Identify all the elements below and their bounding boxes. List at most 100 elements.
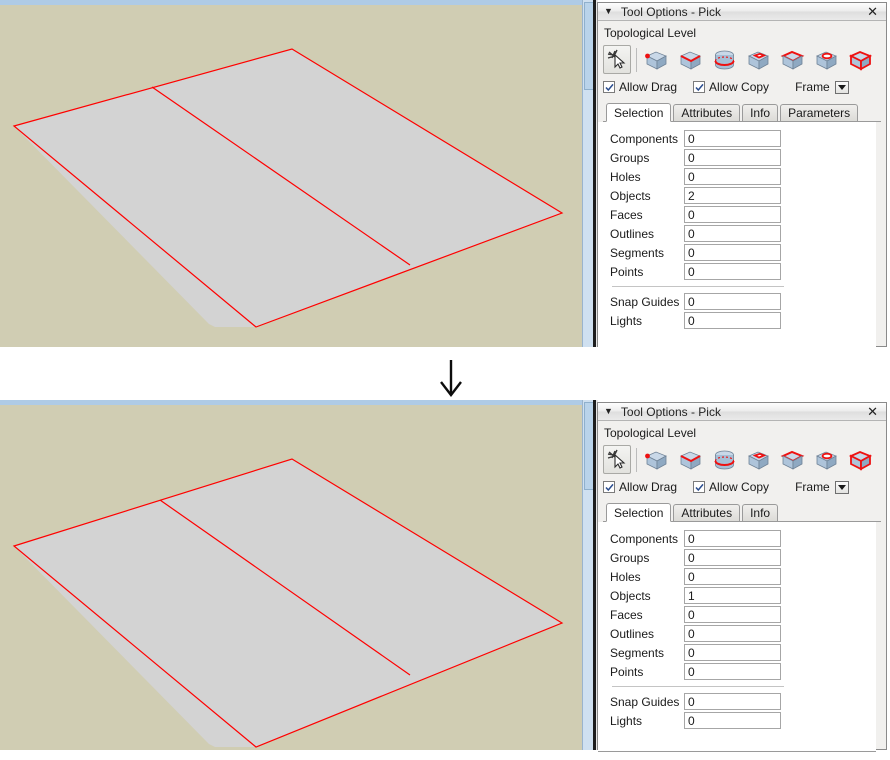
lights-input[interactable]	[684, 712, 781, 729]
outlines-label: Outlines	[610, 226, 655, 241]
hole-level-icon[interactable]	[745, 45, 773, 74]
triangle-down-icon[interactable]: ▼	[604, 407, 613, 416]
field-row-lights: Lights	[610, 311, 870, 330]
tab-info[interactable]: Info	[742, 104, 779, 121]
viewport-top[interactable]	[0, 0, 582, 347]
face-level-icon[interactable]	[779, 45, 807, 74]
edge-level-icon[interactable]	[676, 445, 704, 474]
points-input[interactable]	[684, 663, 781, 680]
dropdown-arrow-icon[interactable]	[834, 480, 849, 494]
faces-input[interactable]	[684, 206, 781, 223]
field-divider	[612, 686, 784, 687]
topological-level-label: Topological Level	[604, 26, 697, 40]
dropdown-arrow-icon[interactable]	[834, 80, 849, 94]
lights-label: Lights	[610, 313, 643, 328]
holes-label: Holes	[610, 169, 641, 184]
points-label: Points	[610, 664, 644, 679]
field-row-snap-guides: Snap Guides	[610, 292, 870, 311]
object-level-icon[interactable]	[847, 445, 875, 474]
field-row-objects: Objects	[610, 186, 870, 205]
face-hole-level-icon[interactable]	[813, 45, 841, 74]
objects-input[interactable]	[684, 587, 781, 604]
panel-titlebar-top[interactable]: ▼ Tool Options - Pick ✕	[598, 3, 886, 21]
triangle-down-icon[interactable]: ▼	[604, 7, 613, 16]
loop-level-icon[interactable]	[710, 45, 738, 74]
field-row-groups: Groups	[610, 148, 870, 167]
allow-drag-label: Allow Drag	[619, 80, 678, 94]
holes-input[interactable]	[684, 168, 781, 185]
components-input[interactable]	[684, 530, 781, 547]
holes-input[interactable]	[684, 568, 781, 585]
face-level-icon[interactable]	[779, 445, 807, 474]
panel-tabs-bottom: Selection Attributes Info	[603, 502, 881, 522]
tool-options-panel-top: ▼ Tool Options - Pick ✕ Topological Leve…	[597, 2, 887, 350]
tab-selection[interactable]: Selection	[606, 503, 672, 522]
faces-input[interactable]	[684, 606, 781, 623]
groups-input[interactable]	[684, 549, 781, 566]
groups-input[interactable]	[684, 149, 781, 166]
tool-options-panel-bottom: ▼ Tool Options - Pick ✕ Topological Leve…	[597, 402, 887, 752]
snap-guides-input[interactable]	[684, 293, 781, 310]
allow-drag-checkbox[interactable]	[603, 81, 615, 93]
snap-guides-input[interactable]	[684, 693, 781, 710]
topological-level-toolbar-bottom	[603, 443, 881, 474]
field-row-lights: Lights	[610, 711, 870, 730]
allow-drag-checkbox[interactable]	[603, 481, 615, 493]
frame-label: Frame	[795, 480, 830, 494]
hole-level-icon[interactable]	[745, 445, 773, 474]
field-row-points: Points	[610, 262, 870, 281]
field-row-points: Points	[610, 662, 870, 681]
objects-label: Objects	[610, 188, 651, 203]
pick-cursor-icon[interactable]	[603, 45, 632, 74]
allow-drag-label: Allow Drag	[619, 480, 678, 494]
close-icon[interactable]: ✕	[865, 4, 880, 20]
segments-input[interactable]	[684, 644, 781, 661]
components-label: Components	[610, 531, 679, 546]
segments-label: Segments	[610, 245, 665, 260]
field-divider	[612, 286, 784, 287]
field-row-segments: Segments	[610, 643, 870, 662]
lights-input[interactable]	[684, 312, 781, 329]
allow-copy-label: Allow Copy	[709, 480, 770, 494]
objects-label: Objects	[610, 588, 651, 603]
tab-attributes[interactable]: Attributes	[673, 104, 741, 121]
points-input[interactable]	[684, 263, 781, 280]
outlines-input[interactable]	[684, 625, 781, 642]
tab-attributes[interactable]: Attributes	[673, 504, 741, 521]
field-row-snap-guides: Snap Guides	[610, 692, 870, 711]
field-row-holes: Holes	[610, 167, 870, 186]
loop-level-icon[interactable]	[710, 445, 738, 474]
close-icon[interactable]: ✕	[865, 404, 880, 420]
field-row-components: Components	[610, 529, 870, 548]
panel-titlebar-bottom[interactable]: ▼ Tool Options - Pick ✕	[598, 403, 886, 421]
components-input[interactable]	[684, 130, 781, 147]
field-row-faces: Faces	[610, 605, 870, 624]
segments-input[interactable]	[684, 244, 781, 261]
field-row-outlines: Outlines	[610, 224, 870, 243]
object-level-icon[interactable]	[847, 45, 875, 74]
allow-copy-checkbox[interactable]	[693, 481, 706, 493]
pick-cursor-icon[interactable]	[603, 445, 632, 474]
field-row-components: Components	[610, 129, 870, 148]
field-row-outlines: Outlines	[610, 624, 870, 643]
allow-copy-checkbox[interactable]	[693, 81, 706, 93]
field-row-faces: Faces	[610, 205, 870, 224]
field-row-groups: Groups	[610, 548, 870, 567]
options-row-top: Allow Drag Allow Copy Frame	[603, 78, 881, 96]
viewport-bottom[interactable]	[0, 400, 582, 750]
edge-level-icon[interactable]	[676, 45, 704, 74]
selection-tab-pane-bottom: Components Groups Holes Objects	[598, 522, 876, 752]
field-row-segments: Segments	[610, 243, 870, 262]
points-label: Points	[610, 264, 644, 279]
vertex-level-icon[interactable]	[642, 45, 670, 74]
vertex-level-icon[interactable]	[642, 445, 670, 474]
face-hole-level-icon[interactable]	[813, 445, 841, 474]
objects-input[interactable]	[684, 187, 781, 204]
panel-title-label: Tool Options - Pick	[620, 4, 721, 19]
outlines-input[interactable]	[684, 225, 781, 242]
tab-selection[interactable]: Selection	[606, 103, 672, 122]
field-row-holes: Holes	[610, 567, 870, 586]
tab-parameters[interactable]: Parameters	[780, 104, 859, 121]
toolbar-divider	[636, 48, 638, 72]
tab-info[interactable]: Info	[742, 504, 779, 521]
